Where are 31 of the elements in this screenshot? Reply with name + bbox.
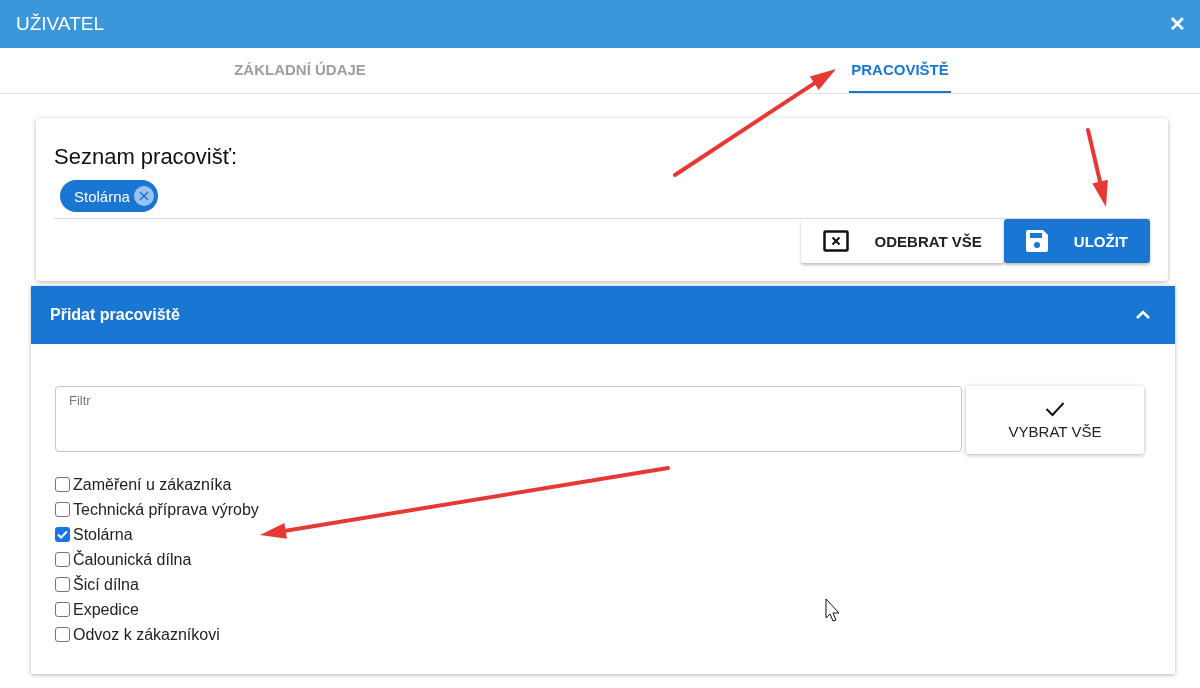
checkbox[interactable] — [55, 602, 70, 617]
tab[interactable]: PRACOVIŠTĚ — [849, 48, 951, 93]
checkmark-icon — [1045, 400, 1065, 417]
mouse-pointer-icon — [825, 598, 840, 622]
checkbox-label: Zaměření u zákazníka — [73, 475, 232, 494]
checkbox[interactable] — [55, 502, 70, 517]
remove-chip-icon[interactable] — [133, 186, 154, 206]
filter-field[interactable]: Filtr — [55, 386, 962, 452]
panel-title: Přidat pracoviště — [50, 306, 180, 324]
select-all-button[interactable]: VYBRAT VŠE — [966, 386, 1144, 454]
card-title: Seznam pracovišť: — [54, 144, 239, 170]
checkbox[interactable] — [55, 477, 70, 492]
checkbox-label: Technická příprava výroby — [73, 500, 259, 519]
checkbox-label: Šicí dílna — [73, 575, 139, 594]
chevron-icon[interactable] — [1135, 310, 1151, 320]
checkbox-label: Stolárna — [73, 525, 133, 544]
checkbox-label: Expedice — [73, 600, 139, 619]
checkbox[interactable] — [55, 627, 70, 642]
checkbox[interactable] — [55, 552, 70, 567]
close-button[interactable]: ✕ — [1169, 12, 1186, 36]
remove-all-button[interactable]: ODEBRAT VŠE — [800, 219, 1004, 263]
checkbox-label: Čalounická dílna — [73, 550, 192, 569]
panel-header[interactable]: Přidat pracoviště — [31, 286, 1175, 344]
window-title: UŽIVATEL — [16, 13, 104, 35]
chip-label: Stolárna — [74, 187, 130, 205]
close-box-icon — [822, 230, 849, 252]
checkbox[interactable] — [55, 527, 70, 542]
save-button[interactable]: ULOŽIT — [1003, 219, 1150, 263]
checkbox-label: Odvoz k zákazníkovi — [73, 625, 220, 644]
checkbox[interactable] — [55, 577, 70, 592]
tab[interactable]: ZÁKLADNÍ ÚDAJE — [232, 48, 368, 93]
